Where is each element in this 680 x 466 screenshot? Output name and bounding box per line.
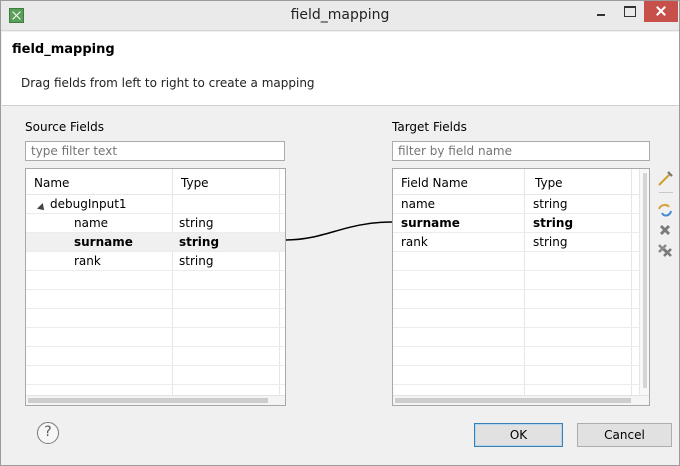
dialog-header: field_mapping Drag fields from left to r… (2, 32, 679, 106)
title-bar[interactable]: field_mapping (1, 1, 679, 31)
target-fields-table[interactable]: Field Name Type name string surname stri… (392, 168, 650, 406)
delete-icon[interactable] (656, 221, 674, 239)
target-horizontal-scrollbar[interactable] (393, 395, 649, 405)
source-header-row: Name Type (26, 169, 285, 195)
maximize-button[interactable] (616, 1, 642, 22)
source-scroll-thumb[interactable] (28, 398, 268, 403)
source-horizontal-scrollbar[interactable] (26, 395, 285, 405)
source-column-type[interactable]: Type (181, 176, 209, 190)
source-filter-input[interactable] (25, 141, 285, 161)
source-row-selected[interactable]: surname string (26, 233, 285, 252)
source-column-name[interactable]: Name (34, 176, 69, 190)
source-fields-label: Source Fields (25, 120, 104, 134)
source-row[interactable]: rank string (26, 252, 285, 271)
window-title: field_mapping (290, 7, 390, 23)
target-column-field-name[interactable]: Field Name (401, 176, 468, 190)
minimize-button[interactable] (588, 1, 614, 22)
target-column-type[interactable]: Type (535, 176, 563, 190)
help-icon[interactable]: ? (37, 422, 59, 444)
target-filter-input[interactable] (392, 141, 650, 161)
target-row-mapped[interactable]: surname string (393, 214, 641, 233)
tree-root-row[interactable]: debugInput1 (26, 195, 285, 214)
delete-all-icon[interactable] (656, 241, 674, 259)
dialog-title: field_mapping (12, 42, 115, 57)
target-vertical-scrollbar[interactable] (639, 169, 649, 397)
target-header-row: Field Name Type (393, 169, 649, 195)
expand-arrow-icon[interactable] (37, 200, 47, 214)
mapping-connection-line[interactable] (285, 216, 393, 246)
tree-root-label: debugInput1 (50, 197, 127, 211)
target-fields-label: Target Fields (392, 120, 467, 134)
close-button[interactable] (644, 1, 678, 22)
cancel-button[interactable]: Cancel (577, 423, 672, 447)
target-row[interactable]: rank string (393, 233, 641, 252)
auto-map-icon[interactable] (656, 169, 674, 187)
field-mapping-window: field_mapping field_mapping Drag fields … (0, 0, 680, 466)
target-row[interactable]: name string (393, 195, 641, 214)
target-scroll-thumb[interactable] (643, 173, 647, 388)
source-fields-tree[interactable]: Name Type debugInput1 name string surnam… (25, 168, 286, 406)
map-selected-icon[interactable] (656, 201, 674, 219)
dialog-description: Drag fields from left to right to create… (21, 76, 315, 90)
target-scroll-thumb-h[interactable] (395, 398, 631, 403)
ok-button[interactable]: OK (474, 423, 563, 447)
source-row[interactable]: name string (26, 214, 285, 233)
